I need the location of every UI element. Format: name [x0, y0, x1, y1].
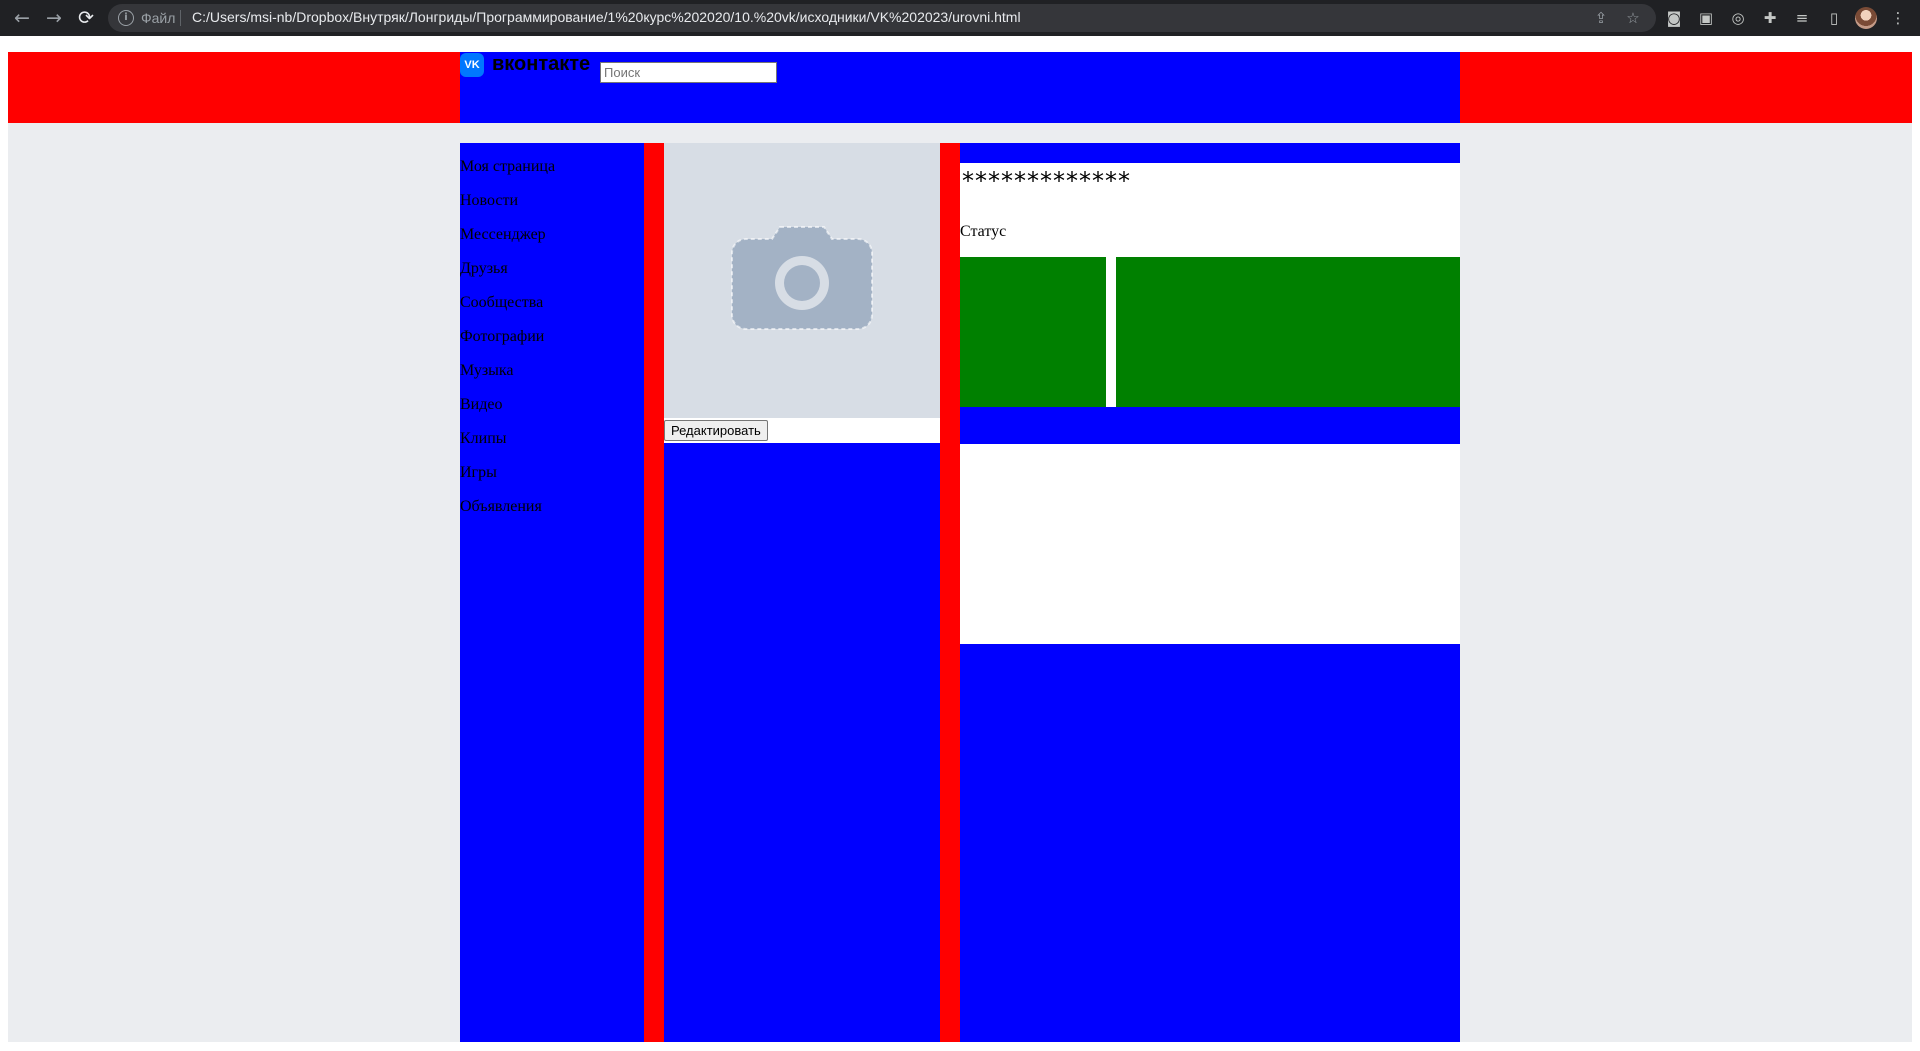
reload-icon[interactable]: ⟳ [72, 5, 100, 31]
profile-info-card: ************* Статус [960, 163, 1460, 257]
profile-name: ************* [962, 167, 1131, 195]
sidebar-item-friends[interactable]: Друзья [460, 259, 644, 293]
sidebar-item-clips[interactable]: Клипы [460, 429, 644, 463]
wall-section [960, 444, 1460, 644]
toolbar-divider [0, 36, 1920, 39]
bookmark-star-icon[interactable]: ☆ [1622, 7, 1644, 29]
target-extension-icon[interactable]: ◎ [1726, 6, 1750, 30]
page-viewport: VK вконтакте Моя страница Новости Мессен… [8, 52, 1912, 1042]
site-info-icon[interactable]: i [118, 10, 134, 26]
profile-photo[interactable] [664, 143, 940, 418]
extensions-puzzle-icon[interactable]: ✚ [1758, 6, 1782, 30]
edit-row: Редактировать [664, 418, 940, 443]
profile-info-column: ************* Статус [960, 143, 1460, 1042]
column-gap-left [644, 143, 664, 1042]
scheme-label: Файл [141, 10, 176, 26]
profile-status[interactable]: Статус [960, 223, 1006, 241]
url-text[interactable]: C:/Users/msi-nb/Dropbox/Внутряк/Лонгриды… [192, 9, 1021, 25]
browser-toolbar: ← → ⟳ i Файл C:/Users/msi-nb/Dropbox/Вну… [0, 0, 1920, 36]
info-block-right [1116, 257, 1460, 407]
sidebar-item-news[interactable]: Новости [460, 191, 644, 225]
avatar-column: Редактировать [664, 143, 940, 1042]
address-bar[interactable]: i Файл C:/Users/msi-nb/Dropbox/Внутряк/Л… [108, 4, 1656, 32]
sidebar-item-music[interactable]: Музыка [460, 361, 644, 395]
sidebar-item-my-page[interactable]: Моя страница [460, 157, 644, 191]
sidebar-item-ads[interactable]: Объявления [460, 497, 644, 531]
site-header: VK вконтакте [8, 52, 1912, 123]
side-navigation: Моя страница Новости Мессенджер Друзья С… [460, 143, 644, 1042]
sidebar-item-games[interactable]: Игры [460, 463, 644, 497]
forward-icon[interactable]: → [40, 5, 68, 31]
back-icon[interactable]: ← [8, 5, 36, 31]
profile-avatar[interactable] [1855, 7, 1877, 29]
column-gap-right [940, 143, 960, 1042]
header-inner: VK вконтакте [460, 52, 1460, 123]
camera-extension-icon[interactable]: ◙ [1662, 6, 1686, 30]
side-panel-icon[interactable]: ▯ [1822, 6, 1846, 30]
address-separator [180, 10, 181, 26]
share-icon[interactable]: ⇪ [1590, 7, 1612, 29]
site-logo-text[interactable]: вконтакте [492, 52, 590, 76]
info-block-left [960, 257, 1106, 407]
sidebar-item-photos[interactable]: Фотографии [460, 327, 644, 361]
sidebar-item-messenger[interactable]: Мессенджер [460, 225, 644, 259]
camera-placeholder-icon [731, 226, 873, 330]
edit-profile-button[interactable]: Редактировать [664, 420, 768, 441]
vk-logo-icon[interactable]: VK [460, 53, 484, 77]
search-input[interactable] [600, 62, 777, 83]
menu-kebab-icon[interactable]: ⋮ [1886, 6, 1910, 30]
info-blocks [960, 257, 1460, 407]
extension-icon[interactable]: ▣ [1694, 6, 1718, 30]
sidebar-item-communities[interactable]: Сообщества [460, 293, 644, 327]
sidebar-item-video[interactable]: Видео [460, 395, 644, 429]
media-control-icon[interactable]: ≡ [1790, 6, 1814, 30]
